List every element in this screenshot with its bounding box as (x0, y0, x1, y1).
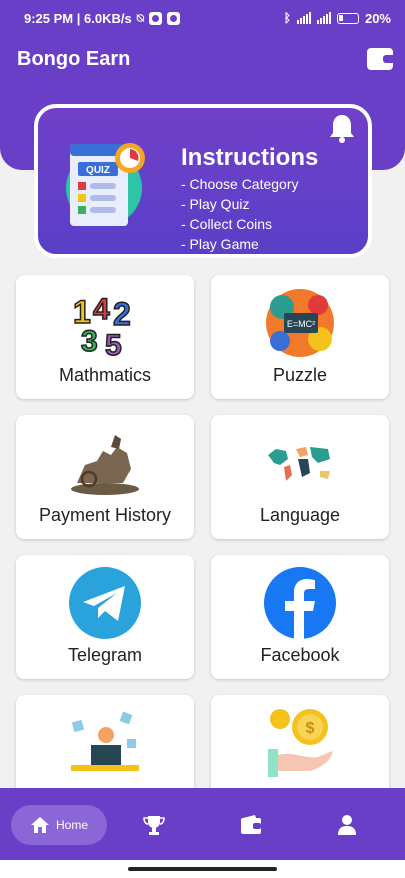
trophy-icon[interactable] (143, 814, 165, 836)
tile-label: Mathmatics (58, 365, 152, 385)
alarm-off-icon: ⍉ (136, 10, 144, 25)
instruction-item: - Play Quiz (181, 196, 250, 212)
bottom-nav: Home (0, 788, 405, 860)
chariot-statue-icon (71, 435, 139, 495)
svg-text:$: $ (306, 720, 315, 737)
telegram-icon (69, 567, 141, 639)
wallet-nav-icon[interactable] (240, 814, 262, 836)
tile-label: Payment History (38, 505, 172, 525)
svg-text:2: 2 (113, 296, 131, 332)
tile-mathmatics[interactable]: 1 4 2 3 5 Mathmatics (16, 275, 194, 399)
battery-percent: 20% (364, 10, 391, 26)
messenger-notification-icon (148, 11, 162, 25)
status-bar: 9:25 PM | 6.0KB/s ⍉ ᛒ 20% (0, 0, 405, 36)
tile-facebook[interactable]: Facebook (211, 555, 389, 679)
tile-puzzle[interactable]: E=MC² Puzzle (211, 275, 389, 399)
world-map-icon (268, 447, 330, 481)
messenger-notification-icon-2 (166, 11, 180, 25)
svg-text:4: 4 (93, 293, 110, 326)
quiz-illustration-text: QUIZ (86, 165, 110, 176)
svg-text:5: 5 (105, 329, 122, 361)
notification-bell-icon[interactable] (329, 113, 355, 143)
instructions-title: Instructions (181, 144, 319, 171)
instruction-item: - Choose Category (181, 176, 299, 192)
instructions-card: QUIZ Instructions - Choose Category - Pl… (34, 104, 372, 258)
gesture-bar[interactable] (128, 867, 277, 871)
svg-text:E=MC²: E=MC² (287, 319, 315, 329)
freelancer-icon (71, 711, 139, 771)
tile-label: Telegram (67, 645, 143, 665)
profile-icon[interactable] (336, 814, 358, 836)
signal-icon (296, 12, 311, 24)
svg-text:3: 3 (81, 325, 98, 358)
tile-telegram[interactable]: Telegram (16, 555, 194, 679)
nav-home-label: Home (55, 818, 88, 832)
app-title: Bongo Earn (17, 48, 131, 70)
category-grid: 1 4 2 3 5 Mathmatics E=MC² Puzzle Paymen… (16, 275, 389, 819)
status-time-speed: 9:25 PM | 6.0KB/s (24, 10, 132, 26)
tile-label: Facebook (260, 645, 340, 665)
tile-language[interactable]: Language (211, 415, 389, 539)
bluetooth-icon: ᛒ (283, 11, 291, 25)
numbers-icon: 1 4 2 3 5 (72, 292, 131, 361)
tile-label: Language (259, 505, 341, 525)
home-icon (30, 817, 49, 833)
instruction-item: - Play Game (181, 236, 259, 252)
instruction-item: - Collect Coins (181, 216, 273, 232)
battery-icon (336, 12, 359, 24)
wallet-icon[interactable] (367, 48, 393, 70)
science-collage-icon: E=MC² (266, 289, 334, 357)
nav-home[interactable]: Home (11, 805, 107, 845)
gesture-area (0, 860, 405, 878)
facebook-icon (264, 567, 336, 639)
quiz-illustration-icon: QUIZ (66, 143, 145, 226)
tile-payment-history[interactable]: Payment History (16, 415, 194, 539)
instructions-list: - Choose Category - Play Quiz - Collect … (181, 174, 299, 254)
tile-label: Puzzle (272, 365, 328, 385)
coin-hand-icon: $ (268, 709, 333, 777)
signal-icon-2 (316, 12, 331, 24)
